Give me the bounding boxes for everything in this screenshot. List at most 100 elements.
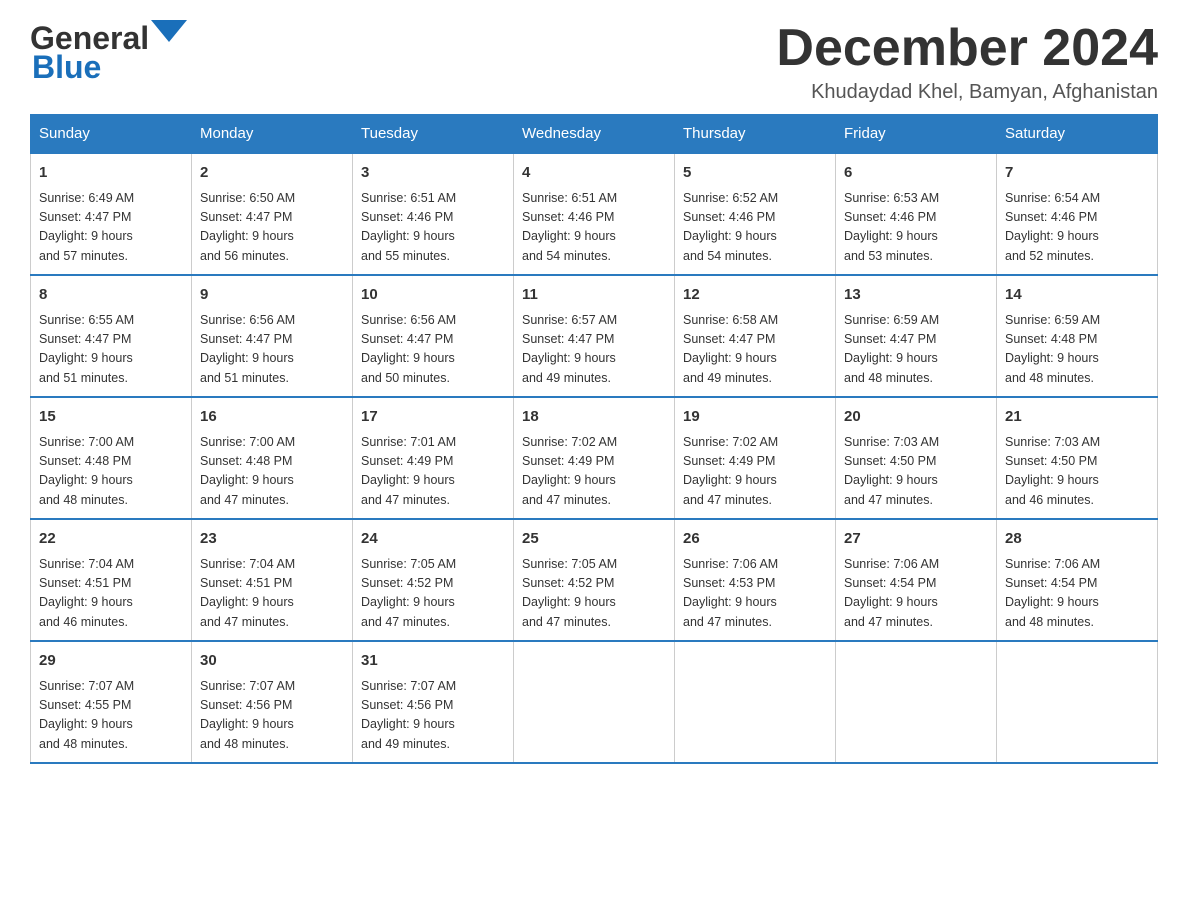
calendar-cell [836,641,997,763]
day-info: Sunrise: 6:57 AM Sunset: 4:47 PM Dayligh… [522,311,666,389]
day-info: Sunrise: 6:58 AM Sunset: 4:47 PM Dayligh… [683,311,827,389]
day-info: Sunrise: 7:07 AM Sunset: 4:56 PM Dayligh… [361,677,505,755]
weekday-header-tuesday: Tuesday [353,115,514,154]
calendar-cell: 1 Sunrise: 6:49 AM Sunset: 4:47 PM Dayli… [31,153,192,275]
location-subtitle: Khudaydad Khel, Bamyan, Afghanistan [776,81,1158,104]
calendar-cell: 15 Sunrise: 7:00 AM Sunset: 4:48 PM Dayl… [31,397,192,519]
day-info: Sunrise: 6:51 AM Sunset: 4:46 PM Dayligh… [522,189,666,267]
weekday-header-monday: Monday [192,115,353,154]
calendar-cell: 12 Sunrise: 6:58 AM Sunset: 4:47 PM Dayl… [675,275,836,397]
weekday-header-wednesday: Wednesday [514,115,675,154]
weekday-header-saturday: Saturday [997,115,1158,154]
calendar-week-row: 1 Sunrise: 6:49 AM Sunset: 4:47 PM Dayli… [31,153,1158,275]
day-number: 5 [683,162,827,185]
calendar-week-row: 22 Sunrise: 7:04 AM Sunset: 4:51 PM Dayl… [31,519,1158,641]
calendar-cell [675,641,836,763]
day-number: 31 [361,650,505,673]
day-info: Sunrise: 7:02 AM Sunset: 4:49 PM Dayligh… [683,433,827,511]
day-info: Sunrise: 6:54 AM Sunset: 4:46 PM Dayligh… [1005,189,1149,267]
weekday-header-thursday: Thursday [675,115,836,154]
calendar-cell: 19 Sunrise: 7:02 AM Sunset: 4:49 PM Dayl… [675,397,836,519]
logo: General Blue [30,20,187,86]
day-number: 1 [39,162,183,185]
calendar-cell: 29 Sunrise: 7:07 AM Sunset: 4:55 PM Dayl… [31,641,192,763]
calendar-cell: 3 Sunrise: 6:51 AM Sunset: 4:46 PM Dayli… [353,153,514,275]
day-number: 7 [1005,162,1149,185]
day-info: Sunrise: 7:06 AM Sunset: 4:53 PM Dayligh… [683,555,827,633]
day-number: 28 [1005,528,1149,551]
day-info: Sunrise: 7:04 AM Sunset: 4:51 PM Dayligh… [39,555,183,633]
day-info: Sunrise: 6:49 AM Sunset: 4:47 PM Dayligh… [39,189,183,267]
calendar-cell: 7 Sunrise: 6:54 AM Sunset: 4:46 PM Dayli… [997,153,1158,275]
day-info: Sunrise: 6:50 AM Sunset: 4:47 PM Dayligh… [200,189,344,267]
day-info: Sunrise: 7:06 AM Sunset: 4:54 PM Dayligh… [1005,555,1149,633]
calendar-cell: 11 Sunrise: 6:57 AM Sunset: 4:47 PM Dayl… [514,275,675,397]
day-number: 18 [522,406,666,429]
day-number: 4 [522,162,666,185]
day-number: 16 [200,406,344,429]
day-info: Sunrise: 7:07 AM Sunset: 4:55 PM Dayligh… [39,677,183,755]
calendar-cell [997,641,1158,763]
day-number: 6 [844,162,988,185]
day-number: 30 [200,650,344,673]
day-number: 20 [844,406,988,429]
calendar-cell: 28 Sunrise: 7:06 AM Sunset: 4:54 PM Dayl… [997,519,1158,641]
weekday-header-friday: Friday [836,115,997,154]
calendar-cell: 6 Sunrise: 6:53 AM Sunset: 4:46 PM Dayli… [836,153,997,275]
day-number: 19 [683,406,827,429]
title-section: December 2024 Khudaydad Khel, Bamyan, Af… [776,20,1158,104]
calendar-week-row: 15 Sunrise: 7:00 AM Sunset: 4:48 PM Dayl… [31,397,1158,519]
day-number: 11 [522,284,666,307]
day-number: 26 [683,528,827,551]
day-info: Sunrise: 6:59 AM Sunset: 4:47 PM Dayligh… [844,311,988,389]
day-number: 3 [361,162,505,185]
day-number: 27 [844,528,988,551]
calendar-cell: 23 Sunrise: 7:04 AM Sunset: 4:51 PM Dayl… [192,519,353,641]
day-number: 21 [1005,406,1149,429]
day-info: Sunrise: 6:59 AM Sunset: 4:48 PM Dayligh… [1005,311,1149,389]
day-info: Sunrise: 7:04 AM Sunset: 4:51 PM Dayligh… [200,555,344,633]
calendar-cell: 8 Sunrise: 6:55 AM Sunset: 4:47 PM Dayli… [31,275,192,397]
day-info: Sunrise: 7:05 AM Sunset: 4:52 PM Dayligh… [361,555,505,633]
calendar-cell: 31 Sunrise: 7:07 AM Sunset: 4:56 PM Dayl… [353,641,514,763]
day-number: 10 [361,284,505,307]
calendar-cell: 16 Sunrise: 7:00 AM Sunset: 4:48 PM Dayl… [192,397,353,519]
calendar-table: SundayMondayTuesdayWednesdayThursdayFrid… [30,114,1158,764]
page-header: General Blue December 2024 Khudaydad Khe… [30,20,1158,104]
calendar-cell: 20 Sunrise: 7:03 AM Sunset: 4:50 PM Dayl… [836,397,997,519]
day-info: Sunrise: 7:03 AM Sunset: 4:50 PM Dayligh… [1005,433,1149,511]
month-title: December 2024 [776,20,1158,77]
day-number: 24 [361,528,505,551]
weekday-header-sunday: Sunday [31,115,192,154]
day-number: 13 [844,284,988,307]
calendar-cell: 2 Sunrise: 6:50 AM Sunset: 4:47 PM Dayli… [192,153,353,275]
calendar-week-row: 29 Sunrise: 7:07 AM Sunset: 4:55 PM Dayl… [31,641,1158,763]
calendar-cell: 17 Sunrise: 7:01 AM Sunset: 4:49 PM Dayl… [353,397,514,519]
day-info: Sunrise: 7:06 AM Sunset: 4:54 PM Dayligh… [844,555,988,633]
logo-arrow-icon [151,20,187,52]
calendar-cell: 27 Sunrise: 7:06 AM Sunset: 4:54 PM Dayl… [836,519,997,641]
calendar-cell: 14 Sunrise: 6:59 AM Sunset: 4:48 PM Dayl… [997,275,1158,397]
calendar-cell [514,641,675,763]
day-info: Sunrise: 7:02 AM Sunset: 4:49 PM Dayligh… [522,433,666,511]
calendar-week-row: 8 Sunrise: 6:55 AM Sunset: 4:47 PM Dayli… [31,275,1158,397]
calendar-cell: 25 Sunrise: 7:05 AM Sunset: 4:52 PM Dayl… [514,519,675,641]
day-info: Sunrise: 7:07 AM Sunset: 4:56 PM Dayligh… [200,677,344,755]
day-number: 17 [361,406,505,429]
calendar-cell: 18 Sunrise: 7:02 AM Sunset: 4:49 PM Dayl… [514,397,675,519]
day-info: Sunrise: 6:56 AM Sunset: 4:47 PM Dayligh… [361,311,505,389]
calendar-cell: 30 Sunrise: 7:07 AM Sunset: 4:56 PM Dayl… [192,641,353,763]
day-number: 29 [39,650,183,673]
day-info: Sunrise: 6:55 AM Sunset: 4:47 PM Dayligh… [39,311,183,389]
calendar-cell: 10 Sunrise: 6:56 AM Sunset: 4:47 PM Dayl… [353,275,514,397]
calendar-cell: 9 Sunrise: 6:56 AM Sunset: 4:47 PM Dayli… [192,275,353,397]
calendar-cell: 5 Sunrise: 6:52 AM Sunset: 4:46 PM Dayli… [675,153,836,275]
day-info: Sunrise: 7:00 AM Sunset: 4:48 PM Dayligh… [200,433,344,511]
logo-blue-text: Blue [32,49,101,85]
calendar-cell: 26 Sunrise: 7:06 AM Sunset: 4:53 PM Dayl… [675,519,836,641]
calendar-cell: 21 Sunrise: 7:03 AM Sunset: 4:50 PM Dayl… [997,397,1158,519]
day-number: 15 [39,406,183,429]
day-number: 25 [522,528,666,551]
day-info: Sunrise: 6:53 AM Sunset: 4:46 PM Dayligh… [844,189,988,267]
calendar-cell: 22 Sunrise: 7:04 AM Sunset: 4:51 PM Dayl… [31,519,192,641]
